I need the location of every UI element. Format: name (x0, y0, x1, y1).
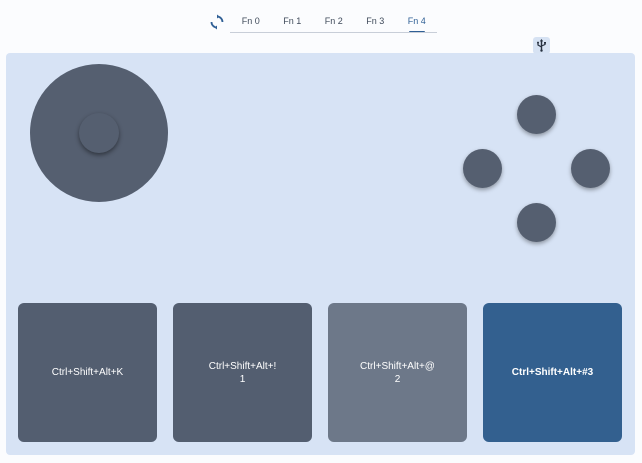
function-tabs: Fn 0 Fn 1 Fn 2 Fn 3 Fn 4 (230, 10, 438, 33)
tab-fn4[interactable]: Fn 4 (396, 10, 438, 33)
macro-key-3[interactable]: Ctrl+Shift+Alt+@ 2 (328, 303, 467, 442)
usb-icon (533, 37, 550, 54)
tab-fn2[interactable]: Fn 2 (313, 10, 355, 32)
macro-key-label: Ctrl+Shift+Alt+@ (360, 360, 435, 372)
tab-divider (230, 32, 437, 33)
dpad-down-button[interactable] (517, 203, 556, 242)
macro-key-4[interactable]: Ctrl+Shift+Alt+#3 (483, 303, 622, 442)
macro-key-label: Ctrl+Shift+Alt+! (208, 360, 277, 372)
macro-key-sublabel: 1 (239, 373, 246, 385)
macro-key-2[interactable]: Ctrl+Shift+Alt+! 1 (173, 303, 312, 442)
tab-fn1[interactable]: Fn 1 (272, 10, 314, 32)
dpad-right-button[interactable] (571, 149, 610, 188)
joystick-knob[interactable] (79, 113, 119, 153)
dpad-left-button[interactable] (463, 149, 502, 188)
sync-icon[interactable] (208, 13, 226, 31)
dpad-up-button[interactable] (517, 95, 556, 134)
macro-key-1[interactable]: Ctrl+Shift+Alt+K (18, 303, 157, 442)
macro-key-sublabel: 2 (394, 373, 401, 385)
tab-fn0[interactable]: Fn 0 (230, 10, 272, 32)
tab-fn3[interactable]: Fn 3 (355, 10, 397, 32)
macro-key-label: Ctrl+Shift+Alt+K (51, 367, 124, 378)
macro-key-label: Ctrl+Shift+Alt+#3 (511, 367, 594, 378)
